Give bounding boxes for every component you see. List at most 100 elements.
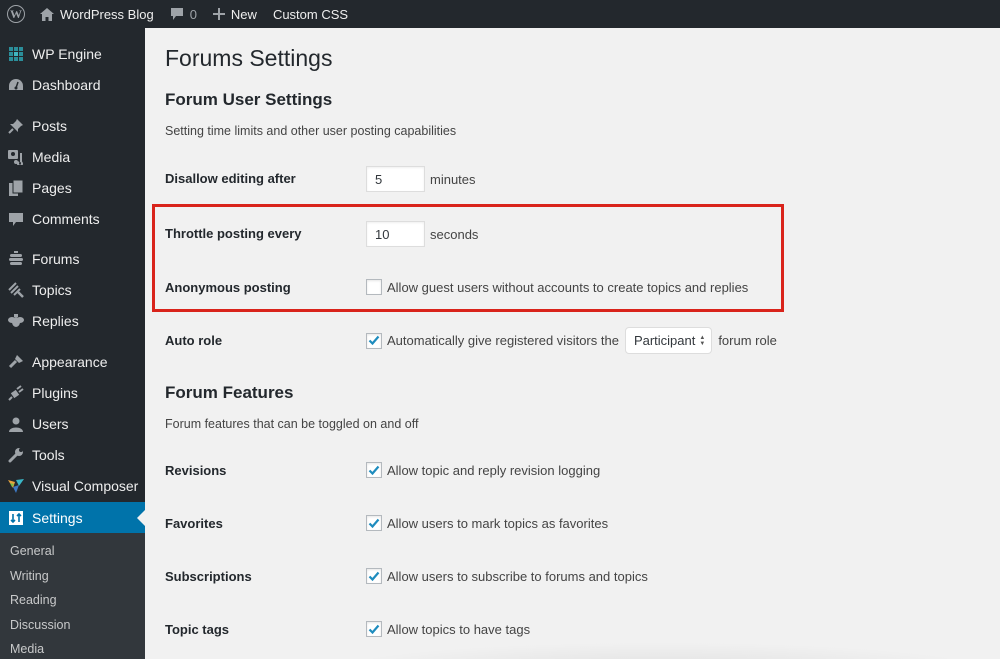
subscriptions-text: Allow users to subscribe to forums and t… xyxy=(387,568,648,584)
sidebar-item-label: Forums xyxy=(32,251,80,267)
home-icon xyxy=(40,7,54,21)
checkmark-icon xyxy=(368,624,380,634)
sidebar-item-replies[interactable]: Replies xyxy=(0,306,145,336)
anonymous-posting-field: Allow guest users without accounts to cr… xyxy=(366,279,748,295)
section-description-features: Forum features that can be toggled on an… xyxy=(165,417,419,431)
disallow-editing-unit: minutes xyxy=(430,171,476,187)
comments-link[interactable]: 0 xyxy=(162,0,205,28)
sidebar-item-visual-composer[interactable]: Visual Composer xyxy=(0,471,145,501)
sidebar-item-label: Plugins xyxy=(32,385,78,401)
comment-icon xyxy=(7,210,25,228)
revisions-field: Allow topic and reply revision logging xyxy=(366,462,600,478)
site-name: WordPress Blog xyxy=(60,6,154,22)
favorites-field: Allow users to mark topics as favorites xyxy=(366,515,608,531)
custom-css-link[interactable]: Custom CSS xyxy=(265,0,356,28)
sidebar-item-appearance[interactable]: Appearance xyxy=(0,347,145,377)
checkmark-icon xyxy=(368,518,380,528)
forum-role-select[interactable]: Participant ▲ ▼ xyxy=(624,327,713,354)
wp-engine-icon xyxy=(7,45,25,63)
plus-icon xyxy=(212,8,225,20)
pages-icon xyxy=(7,179,25,197)
new-content-link[interactable]: New xyxy=(205,0,265,28)
forums-icon xyxy=(7,250,25,268)
select-arrows-icon: ▲ ▼ xyxy=(699,334,706,347)
sidebar-item-pages[interactable]: Pages xyxy=(0,173,145,203)
sidebar-item-label: Topics xyxy=(32,282,72,298)
topics-icon xyxy=(7,281,25,299)
checkmark-icon xyxy=(368,571,380,581)
settings-icon xyxy=(7,509,25,527)
media-icon xyxy=(7,148,25,166)
favorites-text: Allow users to mark topics as favorites xyxy=(387,515,609,531)
submenu-item-reading[interactable]: Reading xyxy=(10,593,57,607)
subscriptions-label: Subscriptions xyxy=(165,569,252,584)
page-title: Forums Settings xyxy=(165,45,333,71)
sidebar-item-dashboard[interactable]: Dashboard xyxy=(0,70,145,100)
favorites-checkbox[interactable] xyxy=(366,515,382,531)
wrench-icon xyxy=(7,446,25,464)
sidebar-item-label: Visual Composer xyxy=(32,478,139,494)
sidebar-item-label: WP Engine xyxy=(32,46,102,62)
sidebar-item-label: Comments xyxy=(32,211,100,227)
sidebar-item-label: Users xyxy=(32,416,69,432)
anonymous-posting-checkbox[interactable] xyxy=(366,279,382,295)
throttle-posting-label: Throttle posting every xyxy=(165,226,302,241)
anonymous-posting-text: Allow guest users without accounts to cr… xyxy=(387,279,749,295)
submenu-item-general[interactable]: General xyxy=(10,544,54,558)
subscriptions-checkbox[interactable] xyxy=(366,568,382,584)
section-title-features: Forum Features xyxy=(165,383,294,402)
section-description-user-settings: Setting time limits and other user posti… xyxy=(165,124,457,138)
admin-sidebar: WP Engine Dashboard Posts Media Pages Co… xyxy=(0,28,145,659)
topic-tags-text: Allow topics to have tags xyxy=(387,621,531,637)
sidebar-item-posts[interactable]: Posts xyxy=(0,111,145,141)
bottom-shadow xyxy=(320,642,1000,659)
wordpress-logo-icon: W xyxy=(7,5,25,23)
sidebar-item-plugins[interactable]: Plugins xyxy=(0,378,145,408)
anonymous-posting-label: Anonymous posting xyxy=(165,280,291,295)
pin-icon xyxy=(7,117,25,135)
submenu-item-discussion[interactable]: Discussion xyxy=(10,618,70,632)
custom-css-label: Custom CSS xyxy=(272,6,349,22)
sidebar-item-wp-engine[interactable]: WP Engine xyxy=(0,39,145,69)
sidebar-item-label: Settings xyxy=(32,509,83,526)
favorites-label: Favorites xyxy=(165,516,223,531)
disallow-editing-input[interactable] xyxy=(366,166,425,192)
submenu-item-writing[interactable]: Writing xyxy=(10,569,49,583)
sidebar-item-topics[interactable]: Topics xyxy=(0,275,145,305)
sidebar-item-label: Pages xyxy=(32,180,72,196)
auto-role-checkbox[interactable] xyxy=(366,332,382,349)
sidebar-item-comments[interactable]: Comments xyxy=(0,204,145,234)
settings-submenu: General Writing Reading Discussion Media xyxy=(0,533,145,659)
sidebar-item-settings[interactable]: Settings xyxy=(0,502,145,533)
topic-tags-label: Topic tags xyxy=(165,622,230,637)
sidebar-item-label: Media xyxy=(32,149,71,165)
wordpress-logo-button[interactable]: W xyxy=(0,0,32,28)
topic-tags-checkbox[interactable] xyxy=(366,621,382,637)
auto-role-label: Auto role xyxy=(165,333,223,348)
auto-role-text-after: forum role xyxy=(718,333,777,348)
sidebar-item-forums[interactable]: Forums xyxy=(0,244,145,274)
revisions-label: Revisions xyxy=(165,463,227,478)
sidebar-item-users[interactable]: Users xyxy=(0,409,145,439)
throttle-posting-unit: seconds xyxy=(430,226,479,242)
checkmark-icon xyxy=(368,335,380,346)
dashboard-icon xyxy=(7,76,25,94)
submenu-item-media[interactable]: Media xyxy=(10,642,44,656)
sidebar-item-label: Posts xyxy=(32,118,68,134)
disallow-editing-field: minutes xyxy=(366,166,476,192)
plugin-icon xyxy=(7,384,25,402)
throttle-posting-field: seconds xyxy=(366,221,478,247)
paintbrush-icon xyxy=(7,353,25,371)
sidebar-item-tools[interactable]: Tools xyxy=(0,440,145,470)
sidebar-item-media[interactable]: Media xyxy=(0,142,145,172)
sidebar-item-label: Dashboard xyxy=(32,77,101,93)
revisions-checkbox[interactable] xyxy=(366,462,382,478)
section-title-user-settings: Forum User Settings xyxy=(165,90,333,109)
sidebar-item-label: Tools xyxy=(32,447,65,463)
new-label: New xyxy=(230,6,257,22)
site-name-link[interactable]: WordPress Blog xyxy=(32,0,162,28)
throttle-posting-input[interactable] xyxy=(366,221,425,247)
visual-composer-icon xyxy=(7,477,25,495)
disallow-editing-label: Disallow editing after xyxy=(165,171,296,186)
forum-role-selected: Participant xyxy=(633,333,696,348)
